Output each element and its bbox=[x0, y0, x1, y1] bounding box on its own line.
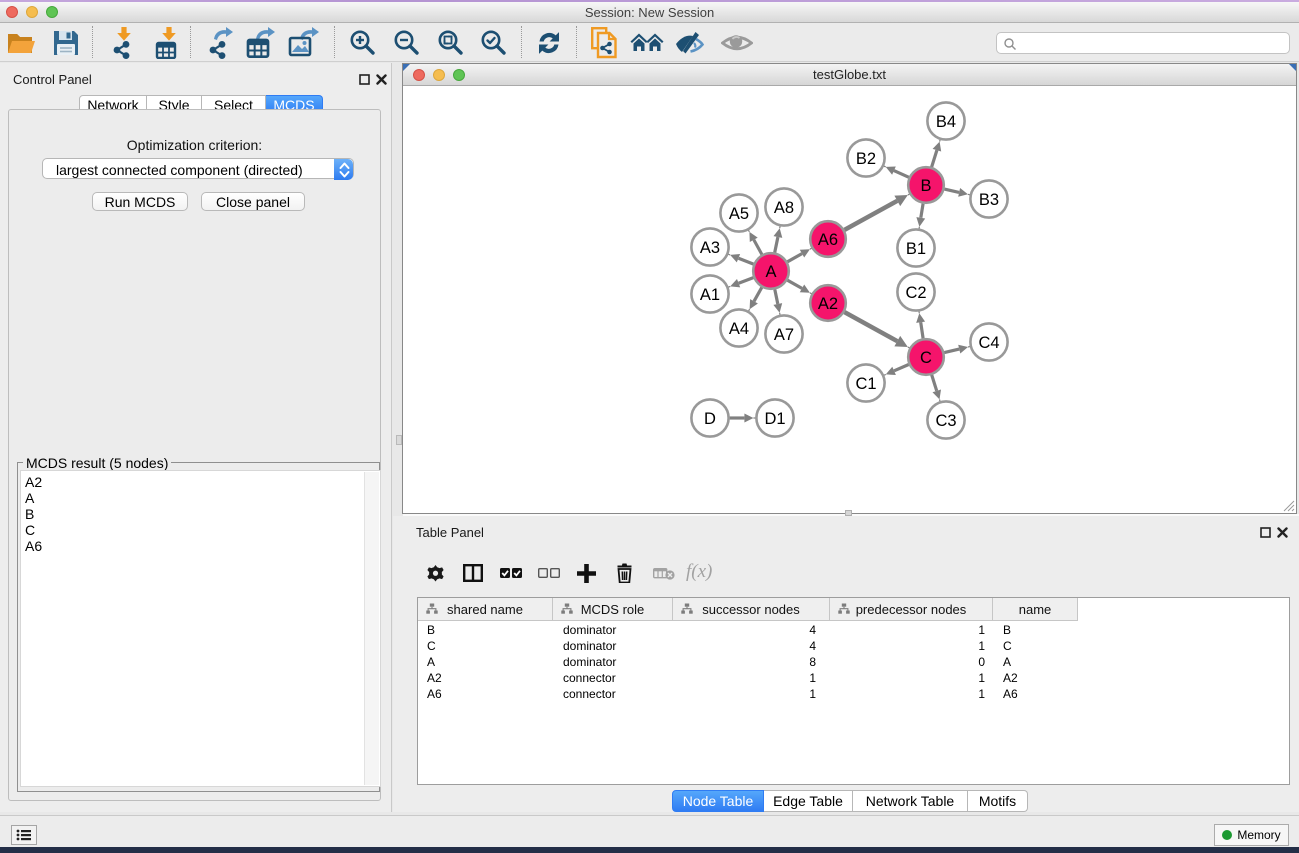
svg-text:C3: C3 bbox=[935, 412, 956, 430]
svg-text:C1: C1 bbox=[855, 375, 876, 393]
svg-text:C2: C2 bbox=[905, 284, 926, 302]
svg-text:A1: A1 bbox=[700, 286, 720, 304]
svg-text:B3: B3 bbox=[979, 191, 999, 209]
svg-text:D1: D1 bbox=[764, 410, 785, 428]
svg-text:A2: A2 bbox=[818, 295, 838, 313]
svg-text:A8: A8 bbox=[774, 199, 794, 217]
svg-text:B: B bbox=[920, 177, 931, 195]
svg-text:B4: B4 bbox=[936, 113, 956, 131]
svg-text:A7: A7 bbox=[774, 326, 794, 344]
svg-text:A: A bbox=[765, 263, 776, 281]
svg-text:A4: A4 bbox=[729, 320, 749, 338]
svg-text:A5: A5 bbox=[729, 205, 749, 223]
svg-text:C4: C4 bbox=[978, 334, 999, 352]
svg-text:A3: A3 bbox=[700, 239, 720, 257]
svg-text:C: C bbox=[920, 349, 932, 367]
svg-text:D: D bbox=[704, 410, 716, 428]
svg-text:B1: B1 bbox=[906, 240, 926, 258]
svg-text:B2: B2 bbox=[856, 150, 876, 168]
svg-text:A6: A6 bbox=[818, 231, 838, 249]
